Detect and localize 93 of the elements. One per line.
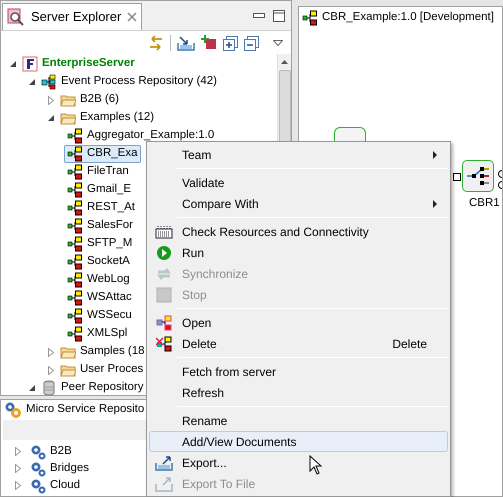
process-icon — [67, 326, 83, 342]
run-icon — [156, 244, 172, 260]
gears-icon — [30, 444, 46, 460]
menu-item[interactable]: Add/View Documents — [149, 431, 448, 452]
repository-icon — [41, 74, 57, 90]
tree-item[interactable]: Gmail_E — [64, 181, 134, 199]
tree-item[interactable]: CBR_Exa — [64, 145, 140, 163]
tree-item[interactable]: FileTran — [64, 163, 132, 181]
tree-item[interactable]: Cloud — [27, 476, 84, 496]
node-label: CBR1 — [469, 196, 500, 211]
content-router-icon — [466, 164, 490, 188]
collapse-arrow-icon[interactable] — [10, 61, 16, 67]
gears-icon — [30, 460, 46, 476]
close-icon[interactable] — [127, 12, 138, 22]
menu-item[interactable]: Validate — [149, 172, 448, 193]
mouse-cursor-icon — [309, 455, 322, 475]
input-port[interactable] — [453, 173, 461, 181]
menu-item[interactable]: Delete Delete — [149, 333, 448, 354]
process-icon — [67, 308, 83, 324]
menu-item[interactable]: Export... — [149, 452, 448, 473]
tree-item[interactable]: WebLog — [64, 271, 133, 289]
process-icon — [67, 236, 83, 252]
tree-item[interactable]: REST_At — [64, 199, 138, 217]
expand-arrow-icon[interactable] — [48, 348, 54, 356]
tree-item[interactable]: Examples (12) — [57, 109, 158, 127]
import-icon[interactable] — [177, 35, 195, 51]
sync-arrows-icon — [156, 266, 172, 282]
tree-item[interactable]: B2B (6) — [57, 91, 122, 109]
process-icon — [67, 164, 83, 180]
export-icon — [155, 476, 173, 492]
menu-item[interactable]: Fetch from server — [149, 361, 448, 382]
maximize-icon[interactable] — [273, 10, 285, 22]
process-icon — [67, 290, 83, 306]
tree-item[interactable]: XMLSpl — [64, 325, 130, 343]
export-icon — [155, 454, 173, 470]
process-icon — [67, 182, 83, 198]
expand-arrow-icon[interactable] — [48, 96, 54, 104]
collapse-all-icon[interactable] — [244, 36, 259, 50]
tree-item[interactable]: SFTP_M — [64, 235, 136, 253]
process-icon — [67, 146, 83, 162]
view-menu-icon[interactable] — [273, 40, 283, 46]
expand-all-icon[interactable] — [223, 36, 238, 50]
stop-icon — [156, 286, 172, 302]
expand-arrow-icon[interactable] — [15, 464, 21, 473]
explorer-tab[interactable]: Server Explorer — [2, 3, 142, 30]
tree-item[interactable]: SalesFor — [64, 217, 136, 235]
process-icon — [67, 218, 83, 234]
tree-item[interactable]: User Proces — [57, 361, 146, 379]
minimize-icon[interactable] — [253, 13, 265, 19]
process-icon — [302, 10, 318, 26]
router-node[interactable] — [462, 160, 494, 192]
submenu-arrow-icon — [433, 150, 437, 158]
keyboard-icon — [155, 224, 173, 240]
process-icon — [156, 314, 172, 330]
server-icon — [22, 56, 38, 72]
collapse-arrow-icon[interactable] — [48, 115, 54, 121]
shortcut-label: Delete — [392, 336, 427, 352]
expand-arrow-icon[interactable] — [15, 447, 21, 456]
tab-title: CBR_Example:1.0 [Development] — [322, 10, 494, 26]
process-icon — [67, 200, 83, 216]
menu-item[interactable]: Refresh — [149, 382, 448, 403]
collapse-arrow-icon[interactable] — [29, 385, 35, 391]
tree-item[interactable]: EnterpriseServer — [19, 55, 138, 73]
tree-item[interactable]: Samples (18 — [57, 343, 148, 361]
expand-arrow-icon[interactable] — [48, 366, 54, 374]
tree-item[interactable]: Aggregator_Example:1.0 — [64, 127, 218, 145]
link-arrows-icon[interactable] — [148, 35, 164, 51]
menu-item[interactable]: Team — [149, 144, 448, 165]
tree-item[interactable]: B2B — [27, 442, 75, 462]
menu-item[interactable]: Run — [149, 242, 448, 263]
delete-process-icon — [156, 336, 172, 352]
menu-item[interactable]: Rename — [149, 410, 448, 431]
collapse-arrow-icon[interactable] — [29, 79, 35, 85]
process-icon — [67, 272, 83, 288]
tab-title: Server Explorer — [31, 8, 122, 26]
scroll-up-icon[interactable] — [281, 60, 288, 64]
expand-arrow-icon[interactable] — [15, 481, 21, 490]
process-icon — [67, 128, 83, 144]
menu-item[interactable]: Open — [149, 312, 448, 333]
server-search-icon — [7, 8, 25, 26]
submenu-arrow-icon — [433, 200, 437, 208]
menu-item[interactable]: Check Resources and Connectivity — [149, 221, 448, 242]
process-icon — [67, 254, 83, 270]
tree-item[interactable]: Bridges — [27, 458, 92, 478]
add-server-icon[interactable] — [201, 35, 217, 51]
tree-item[interactable]: WSAttac — [64, 289, 135, 307]
tree-item[interactable]: SocketA — [64, 253, 133, 271]
gears-icon — [30, 478, 46, 494]
menu-item[interactable]: Compare With — [149, 193, 448, 214]
tree-item[interactable]: Event Process Repository (42) — [38, 73, 220, 91]
tree-item[interactable]: Peer Repository — [38, 379, 146, 397]
tree-item[interactable]: WSSecu — [64, 307, 135, 325]
panel-title: Micro Service Reposito — [26, 402, 144, 418]
